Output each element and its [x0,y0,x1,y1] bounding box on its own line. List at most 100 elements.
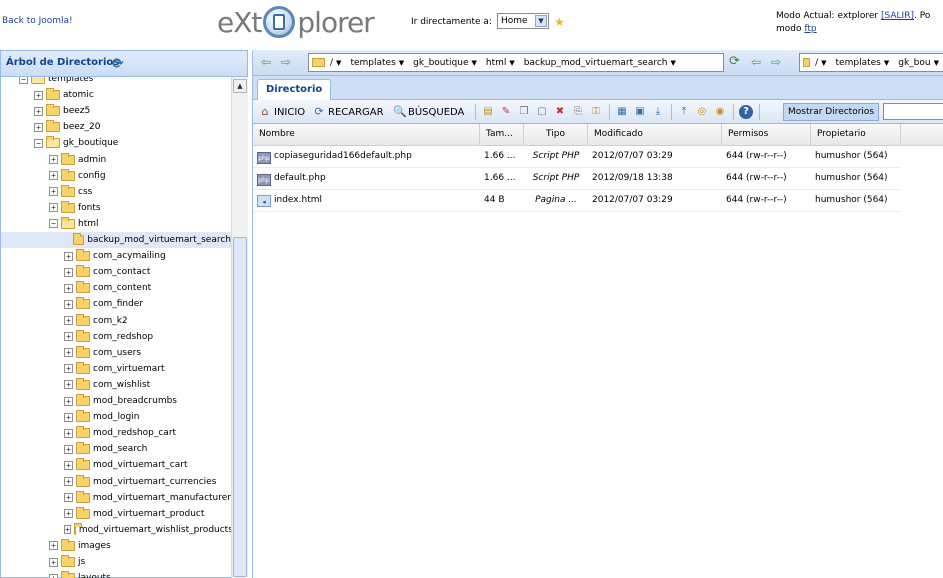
tree-item[interactable]: + mod_search [1,441,231,457]
tree-item[interactable]: backup_mod_virtuemart_search [1,232,231,248]
download-icon[interactable]: ⤓ [651,105,665,119]
back-to-joomla-link[interactable]: Back to Joomla! [2,16,73,26]
expand-icon[interactable]: + [49,187,58,197]
breadcrumb-segment[interactable]: / ▼ [330,58,341,68]
tree-item[interactable]: + beez5 [1,103,231,119]
tree-item[interactable]: + com_users [1,345,231,361]
tree-item[interactable]: − html [1,216,231,232]
chevron-down-icon[interactable]: ▼ [535,15,547,27]
help-icon[interactable]: ? [739,105,753,119]
archive-icon[interactable]: ◎ [695,105,709,119]
edit-file-icon[interactable]: ✎ [499,105,513,119]
tree-refresh-icon[interactable]: ⟳ [112,56,124,72]
expand-icon[interactable]: + [64,428,73,438]
column-header-size[interactable]: Tam... [480,124,524,146]
back-arrow-icon-secondary[interactable]: ⇦ [751,55,761,69]
column-header-name[interactable]: Nombre [253,124,480,146]
reload-button[interactable]: ⟳ RECARGAR [313,104,383,120]
breadcrumb-segment[interactable]: templates ▼ [350,58,404,68]
expand-icon[interactable]: + [49,155,58,164]
view-icon[interactable]: ▦ [615,105,629,119]
chmod-icon[interactable]: ⚿ [589,105,603,119]
forward-arrow-icon[interactable]: ⇨ [281,55,291,69]
expand-icon[interactable]: + [64,348,73,358]
expand-icon[interactable]: + [49,557,58,567]
tree-item[interactable]: + com_acymailing [1,248,231,264]
tree-item[interactable]: + admin [1,152,231,168]
show-directories-toggle[interactable]: Mostrar Directorios [783,103,880,121]
tree-item[interactable]: + css [1,184,231,200]
expand-icon[interactable]: + [64,412,73,422]
file-row[interactable]: ◂ index.html 44 B Pagina ... 2012/07/07 03:2… [253,190,901,212]
tree-item[interactable]: + com_wishlist [1,377,231,393]
chevron-down-icon[interactable]: ▼ [472,59,477,67]
tree-item[interactable]: + com_finder [1,296,231,312]
back-arrow-icon[interactable]: ⇦ [261,55,271,69]
expand-icon[interactable]: + [34,122,43,132]
tree-item[interactable]: − gk_boutique [1,135,231,151]
expand-icon[interactable]: + [64,364,73,374]
expand-icon[interactable]: + [34,106,43,116]
tree-item[interactable]: − templates [1,77,231,87]
chevron-down-icon[interactable]: ▼ [884,59,889,67]
expand-icon[interactable]: + [34,90,43,100]
expand-icon[interactable]: + [64,299,73,309]
tree-item[interactable]: + config [1,168,231,184]
chevron-down-icon[interactable]: ▼ [671,59,676,67]
upload-icon[interactable]: ⤒ [677,105,691,119]
tree-item[interactable]: + com_virtuemart [1,361,231,377]
tree-item[interactable]: + mod_virtuemart_manufacturer [1,490,231,506]
tree-item[interactable]: + mod_virtuemart_wishlist_products [1,522,231,538]
ftp-mode-link[interactable]: ftp [804,24,816,34]
column-header-modified[interactable]: Modificado [588,124,722,146]
chevron-down-icon[interactable]: ▼ [934,59,939,67]
move-icon[interactable]: ▢ [535,105,549,119]
expand-icon[interactable]: + [64,493,73,503]
goto-select[interactable]: Home ▼ [497,13,549,29]
rename-icon[interactable]: ⎘ [571,105,585,119]
expand-icon[interactable]: + [64,251,73,261]
chevron-down-icon[interactable]: ▼ [399,59,404,67]
filter-input[interactable] [883,103,943,120]
expand-icon[interactable]: + [64,332,73,342]
expand-icon[interactable]: + [49,541,58,551]
diff-icon[interactable]: ▣ [633,105,647,119]
breadcrumb-segment[interactable]: gk_bou ▼ [898,58,939,68]
tree-item[interactable]: + fonts [1,200,231,216]
tree-item[interactable]: + layouts [1,570,231,578]
tree-item[interactable]: + com_contact [1,264,231,280]
breadcrumb-segment[interactable]: backup_mod_virtuemart_search ▼ [524,58,676,68]
breadcrumb-segment[interactable]: templates ▼ [836,58,890,68]
expand-icon[interactable]: + [49,171,58,181]
tree-item[interactable]: + mod_virtuemart_currencies [1,474,231,490]
collapse-icon[interactable]: − [49,219,58,229]
tree-item[interactable]: + beez_20 [1,119,231,135]
bookmark-star-icon[interactable]: ★ [554,15,565,29]
tree-item[interactable]: + com_k2 [1,313,231,329]
file-row[interactable]: php default.php 1.66 ... Script PHP 2012/09/… [253,168,901,190]
expand-icon[interactable]: + [64,444,73,454]
chevron-down-icon[interactable]: ▼ [509,59,514,67]
tree-item[interactable]: + mod_login [1,409,231,425]
expand-icon[interactable]: + [64,477,73,486]
forward-arrow-icon-secondary[interactable]: ⇨ [771,55,781,69]
expand-icon[interactable]: + [64,525,71,535]
expand-icon[interactable]: + [64,396,73,406]
collapse-icon[interactable]: − [34,138,43,148]
file-row[interactable]: php copiaseguridad166default.php 1.66 ... S… [253,146,901,168]
chevron-down-icon[interactable]: ▼ [821,59,826,67]
tree-item[interactable]: + js [1,554,231,570]
copy-icon[interactable]: ❐ [517,105,531,119]
breadcrumb-segment[interactable]: html ▼ [486,58,515,68]
path-breadcrumb-secondary[interactable]: / ▼ templates ▼ gk_bou ▼ [799,53,943,72]
delete-icon[interactable]: ✖ [553,105,567,119]
expand-icon[interactable]: + [64,267,73,277]
chevron-down-icon[interactable]: ▼ [336,59,341,67]
column-header-type[interactable]: Tipo [524,124,588,146]
tree-item[interactable]: + mod_breadcrumbs [1,393,231,409]
tree-item[interactable]: + mod_virtuemart_cart [1,457,231,473]
expand-icon[interactable]: + [64,460,73,470]
tree-item[interactable]: + mod_virtuemart_product [1,506,231,522]
extract-icon[interactable]: ◉ [713,105,727,119]
logout-link[interactable]: [SALIR] [881,11,914,21]
